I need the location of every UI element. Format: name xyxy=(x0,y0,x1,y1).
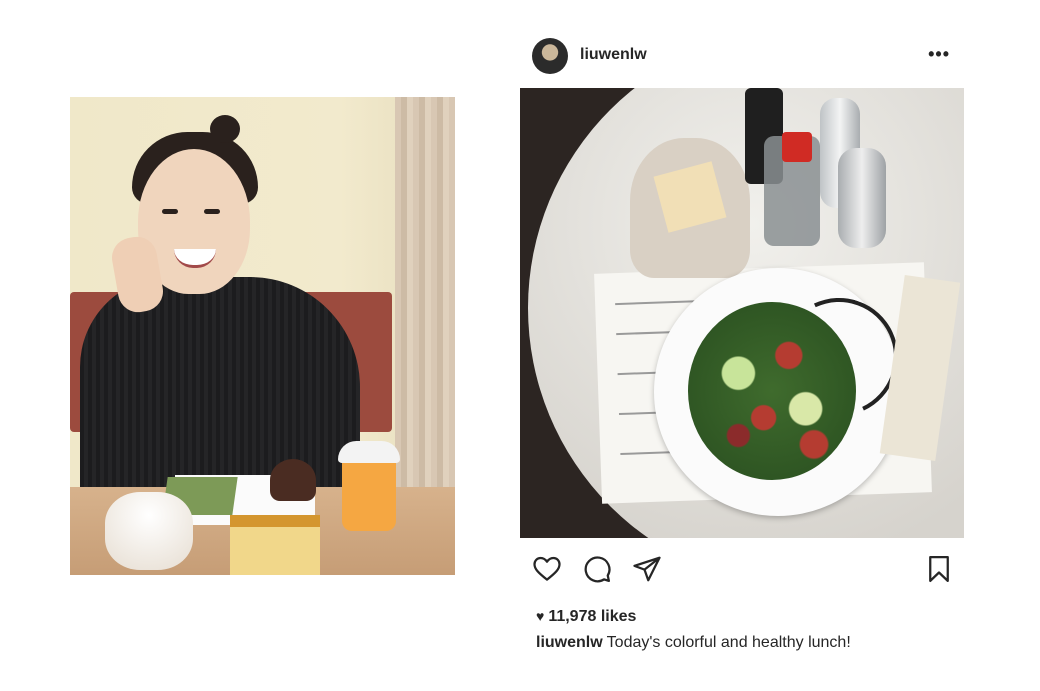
post-username[interactable]: liuwenlw xyxy=(580,46,647,64)
post-actions xyxy=(520,538,964,600)
post-caption: liuwenlw Today's colorful and healthy lun… xyxy=(536,634,851,652)
photo-eye-right xyxy=(204,209,220,214)
small-heart-icon: ♥ xyxy=(536,608,545,624)
image-bottle-cap xyxy=(782,132,812,162)
photo-cup-lid xyxy=(338,441,400,463)
photo-hair-bun xyxy=(210,115,240,143)
likes-count[interactable]: ♥ 11,978 likes xyxy=(536,608,636,626)
post-header: liuwenlw ••• xyxy=(520,30,964,88)
photo-cheesecake xyxy=(230,515,320,575)
likes-text: 11,978 likes xyxy=(548,608,637,625)
caption-text: Today's colorful and healthy lunch! xyxy=(606,634,851,651)
bookmark-icon[interactable] xyxy=(924,554,954,584)
comment-icon[interactable] xyxy=(582,554,612,584)
left-photo xyxy=(70,97,455,575)
photo-juice-cup xyxy=(342,451,396,531)
post-image[interactable] xyxy=(520,88,964,538)
image-pepper-shaker xyxy=(838,148,886,248)
heart-icon[interactable] xyxy=(532,554,562,584)
more-horizontal-icon[interactable]: ••• xyxy=(928,44,950,65)
photo-chocolate-cake xyxy=(270,459,316,501)
photo-eye-left xyxy=(162,209,178,214)
photo-cream-dessert xyxy=(105,492,193,570)
share-icon[interactable] xyxy=(632,554,662,584)
avatar[interactable] xyxy=(532,38,568,74)
instagram-post: liuwenlw ••• ♥ 11,978 likes liuwenlw Tod… xyxy=(520,30,964,660)
caption-username[interactable]: liuwenlw xyxy=(536,634,603,651)
